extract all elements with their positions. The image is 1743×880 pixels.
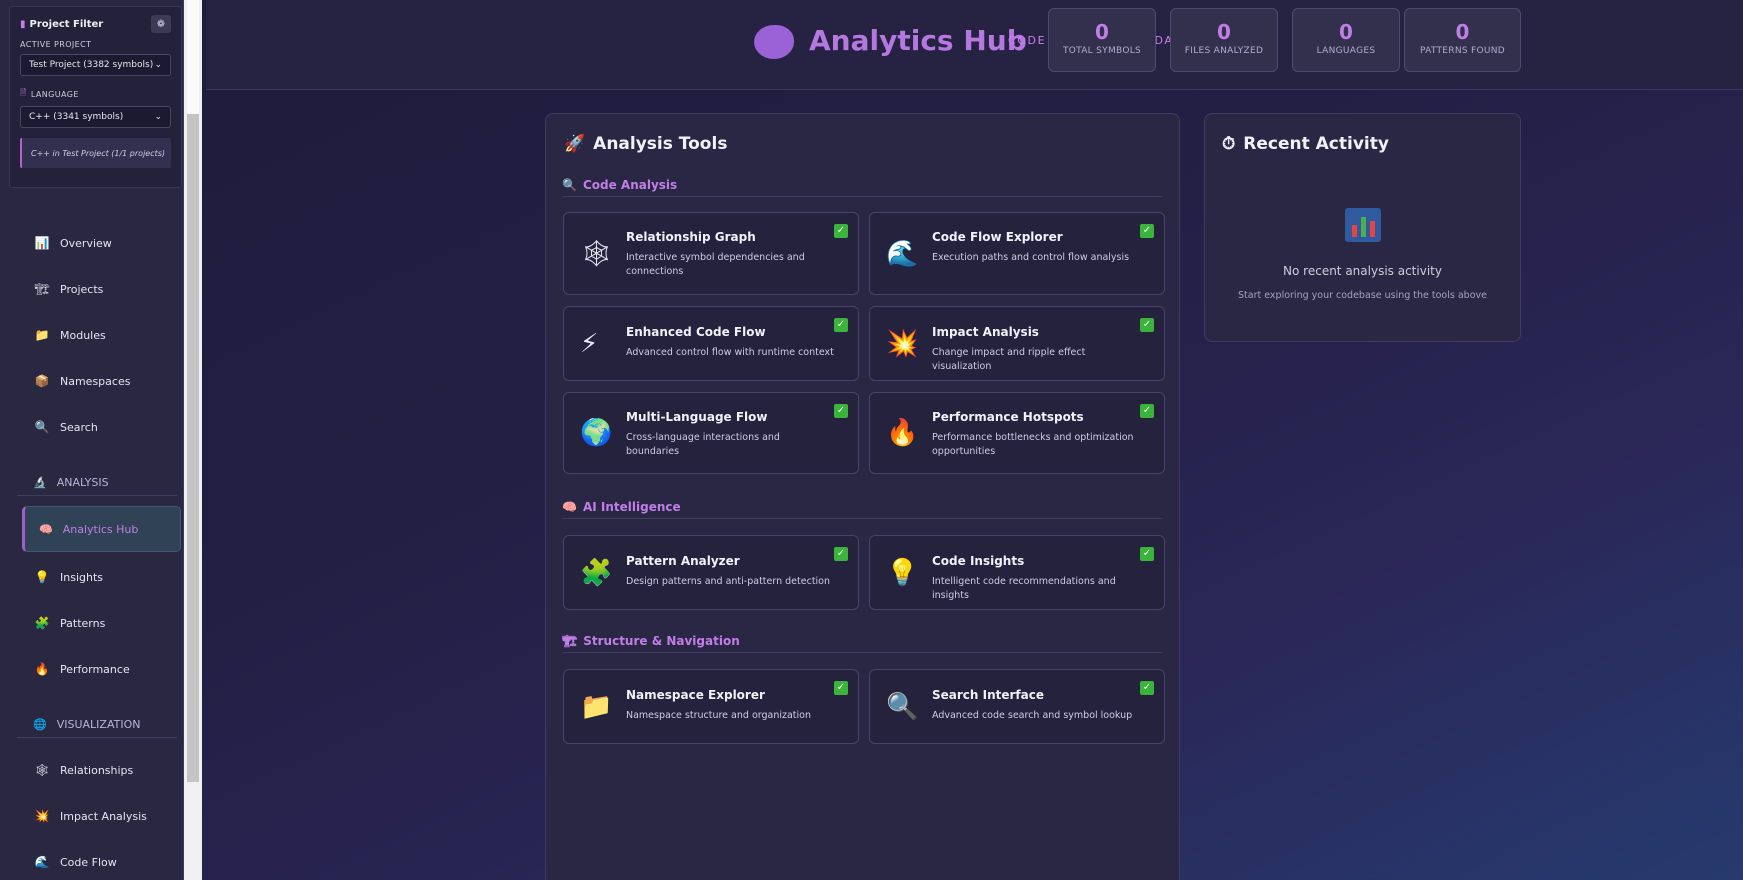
nav-item-relationships[interactable]: 🕸 Relationships: [18, 752, 180, 788]
file-icon: 🗎: [20, 88, 27, 97]
tool-card-namespace-explorer[interactable]: 📁 Namespace Explorer Namespace structure…: [563, 669, 859, 744]
wave-icon: 🌊: [34, 855, 50, 869]
recent-activity-title: Recent Activity: [1243, 134, 1389, 154]
explosion-icon: 💥: [34, 809, 50, 823]
nav-item-search[interactable]: 🔍 Search: [18, 409, 180, 445]
tool-card-code-flow-explorer[interactable]: 🌊 Code Flow Explorer Execution paths and…: [869, 212, 1165, 295]
bulb-icon: 💡: [34, 570, 50, 584]
lightning-icon: ⚡: [580, 328, 599, 359]
brain-icon: 🧠: [562, 499, 577, 514]
empty-state-description: Start exploring your codebase using the …: [1238, 290, 1487, 301]
magnifier-icon: 🔍: [886, 691, 919, 722]
tool-card-enhanced-code-flow[interactable]: ⚡ Enhanced Code Flow Advanced control fl…: [563, 306, 859, 381]
nav-item-code-flow[interactable]: 🌊 Code Flow: [18, 844, 180, 880]
package-icon: 📦: [34, 374, 50, 388]
tool-card-performance-hotspots[interactable]: 🔥 Performance Hotspots Performance bottl…: [869, 392, 1165, 474]
analysis-tools-title: Analysis Tools: [593, 134, 728, 154]
scrollbar-thumb[interactable]: [187, 114, 199, 782]
check-icon: ✓: [834, 547, 848, 561]
stat-files-analyzed: 0 FILES ANALYZED: [1170, 8, 1278, 72]
filter-status-note: C++ in Test Project (1/1 projects): [20, 138, 171, 168]
tool-card-pattern-analyzer[interactable]: 🧩 Pattern Analyzer Design patterns and a…: [563, 535, 859, 610]
puzzle-icon: 🧩: [34, 616, 50, 630]
language-label: LANGUAGE: [30, 89, 79, 99]
tool-card-multi-language-flow[interactable]: 🌍 Multi-Language Flow Cross-language int…: [563, 392, 859, 474]
nav-item-namespaces[interactable]: 📦 Namespaces: [18, 363, 180, 399]
puzzle-icon: 🧩: [580, 557, 613, 588]
section-ai-intelligence: 🧠 AI Intelligence: [562, 499, 1162, 519]
construction-icon: 🏗: [562, 633, 578, 648]
stat-languages: 0 LANGUAGES: [1292, 8, 1400, 72]
nav-item-analytics-hub[interactable]: 🧠 Analytics Hub: [22, 506, 181, 552]
nav-section-analysis[interactable]: 🔬 ANALYSIS: [17, 470, 177, 496]
stopwatch-icon: ⏱: [1222, 134, 1236, 154]
nav-item-impact-analysis[interactable]: 💥 Impact Analysis: [18, 798, 180, 834]
spider-web-icon: 🕸: [580, 238, 614, 269]
brain-icon: 🧠: [39, 522, 53, 536]
empty-state-title: No recent analysis activity: [1283, 264, 1442, 278]
project-filter-panel: ▮ Project Filter ❁ ACTIVE PROJECT Test P…: [9, 6, 182, 188]
check-icon: ✓: [1140, 224, 1154, 238]
analysis-tools-panel: 🚀 Analysis Tools 🔍 Code Analysis 🕸 Relatio…: [545, 113, 1180, 880]
check-icon: ✓: [834, 404, 848, 418]
nav-item-insights[interactable]: 💡 Insights: [18, 559, 180, 595]
construction-icon: 🏗: [34, 282, 50, 296]
check-icon: ✓: [1140, 318, 1154, 332]
magnifier-icon: 🔍: [562, 177, 577, 192]
globe-icon: 🌍: [580, 418, 613, 448]
active-project-select[interactable]: Test Project (3382 symbols) ⌄: [20, 54, 171, 76]
section-code-analysis: 🔍 Code Analysis: [562, 177, 1162, 197]
project-filter-title: Project Filter: [29, 18, 104, 30]
check-icon: ✓: [834, 681, 848, 695]
fire-icon: 🔥: [34, 662, 50, 676]
globe-icon: 🌐: [33, 718, 47, 731]
bar-chart-icon: [1345, 208, 1381, 242]
brain-logo-icon: [754, 25, 794, 59]
bookmark-icon: ▮: [20, 18, 26, 30]
recent-activity-panel: ⏱ Recent Activity No recent analysis acti…: [1204, 113, 1521, 342]
rocket-icon: 🚀: [564, 134, 586, 154]
nav-section-visualization[interactable]: 🌐 VISUALIZATION: [17, 712, 177, 738]
stat-total-symbols: 0 TOTAL SYMBOLS: [1048, 8, 1156, 72]
nav-item-projects[interactable]: 🏗 Projects: [18, 271, 180, 307]
gear-icon: ❁: [156, 18, 166, 30]
language-select[interactable]: C++ (3341 symbols) ⌄: [20, 106, 171, 128]
check-icon: ✓: [1140, 681, 1154, 695]
section-structure-navigation: 🏗 Structure & Navigation: [562, 633, 1162, 653]
folder-icon: 📁: [34, 328, 50, 342]
nav-item-performance[interactable]: 🔥 Performance: [18, 651, 180, 687]
web-icon: 🕸: [34, 763, 50, 777]
chevron-down-icon: ⌄: [154, 60, 162, 70]
chevron-down-icon: ⌄: [154, 112, 162, 122]
check-icon: ✓: [1140, 404, 1154, 418]
tool-card-code-insights[interactable]: 💡 Code Insights Intelligent code recomme…: [869, 535, 1165, 610]
fire-icon: 🔥: [886, 418, 919, 448]
wave-icon: 🌊: [886, 238, 919, 269]
header: Analytics Hub CODE INTELLIGENCE DASHBOAR…: [206, 0, 1743, 90]
active-project-label: ACTIVE PROJECT: [20, 40, 92, 49]
sidebar: ▮ Project Filter ❁ ACTIVE PROJECT Test P…: [0, 0, 184, 880]
stat-patterns-found: 0 PATTERNS FOUND: [1404, 8, 1521, 72]
folder-icon: 📁: [580, 691, 613, 722]
tool-card-search-interface[interactable]: 🔍 Search Interface Advanced code search …: [869, 669, 1165, 744]
check-icon: ✓: [834, 318, 848, 332]
nav-item-overview[interactable]: 📊 Overview: [18, 225, 180, 261]
page-title: Analytics Hub: [809, 24, 1027, 57]
magnifier-icon: 🔍: [34, 420, 50, 434]
bar-chart-icon: 📊: [34, 236, 50, 250]
nav-item-patterns[interactable]: 🧩 Patterns: [18, 605, 180, 641]
tool-card-impact-analysis[interactable]: 💥 Impact Analysis Change impact and ripp…: [869, 306, 1165, 381]
nav-item-modules[interactable]: 📁 Modules: [18, 317, 180, 353]
scrollbar-top-area: [187, 0, 199, 114]
bulb-icon: 💡: [886, 557, 919, 588]
tool-card-relationship-graph[interactable]: 🕸 Relationship Graph Interactive symbol …: [563, 212, 859, 295]
settings-gear-button[interactable]: ❁: [151, 15, 171, 33]
explosion-icon: 💥: [886, 328, 919, 359]
microscope-icon: 🔬: [33, 476, 47, 489]
check-icon: ✓: [1140, 547, 1154, 561]
check-icon: ✓: [834, 224, 848, 238]
